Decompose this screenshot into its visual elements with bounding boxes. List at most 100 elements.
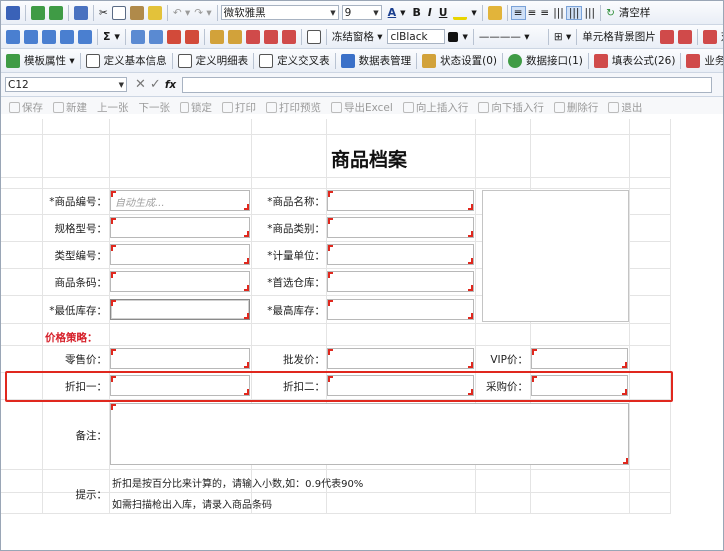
product-image-box[interactable] (482, 190, 629, 322)
refresh-icon[interactable]: ↻ (604, 7, 617, 19)
insert-row-icon[interactable] (130, 29, 145, 44)
color-dropdown-icon[interactable]: ▼ (460, 33, 469, 41)
category-input[interactable] (327, 217, 474, 238)
define-cross-button[interactable]: 定义交叉表 (275, 53, 332, 68)
color-swatch-icon[interactable] (448, 31, 459, 42)
save-button[interactable]: 保存 (5, 100, 45, 115)
delete-row-button[interactable]: 删除行 (550, 100, 601, 115)
sum-icon[interactable]: Σ ▾ (101, 30, 122, 43)
line-style-select[interactable]: ———— ▾ (477, 31, 545, 43)
merge-icon[interactable] (78, 29, 92, 44)
vip-price-input[interactable] (531, 348, 628, 369)
align-right-icon[interactable]: ≡ (538, 7, 551, 19)
wholesale-price-input[interactable] (327, 348, 474, 369)
next-button[interactable]: 下一张 (137, 100, 173, 115)
border-icon[interactable]: ⊞ ▾ (552, 31, 573, 43)
bg-image-clear-icon[interactable] (677, 29, 692, 44)
barcode-input[interactable] (110, 271, 250, 292)
font-color-name-field[interactable]: clBlack (387, 29, 446, 44)
font-size-select[interactable]: 9 ▼ (341, 5, 382, 20)
valign-bottom-icon[interactable]: ||| (582, 7, 597, 19)
warehouse-input[interactable] (327, 271, 474, 292)
sort-desc-icon[interactable] (227, 29, 242, 44)
define-detail-button[interactable]: 定义明细表 (194, 53, 251, 68)
insert-col-icon[interactable] (148, 29, 163, 44)
exit-action-icon (608, 102, 620, 113)
define-basic-button[interactable]: 定义基本信息 (102, 53, 169, 68)
freeze-button[interactable]: 冻结窗格 ▾ (330, 29, 385, 44)
print-preview-button[interactable]: 打印预览 (262, 100, 323, 115)
font-color-dropdown-icon[interactable]: ▼ (398, 9, 407, 17)
redo-icon[interactable]: ↷ ▾ (192, 7, 213, 19)
font-name-select[interactable]: 微软雅黑 ▼ (220, 5, 339, 20)
insert-up-button[interactable]: 向上插入行 (399, 100, 471, 115)
template-props-button[interactable]: 模板属性 ▾ (22, 53, 77, 68)
valign-top-icon[interactable]: ||| (551, 7, 566, 19)
formula-input[interactable] (182, 76, 713, 93)
print-action-button[interactable]: 打印 (218, 100, 258, 115)
chart-icon[interactable] (263, 29, 278, 44)
bg-image-set-icon[interactable] (659, 29, 674, 44)
cut-icon[interactable]: ✂ (97, 7, 110, 19)
italic-button[interactable]: I (426, 7, 434, 19)
grid-line (670, 119, 671, 514)
status-setting-button[interactable]: 状态设置(0) (438, 53, 499, 68)
function-icon[interactable]: fx (163, 79, 178, 91)
sort-asc-icon[interactable] (209, 29, 224, 44)
data-interface-button[interactable]: 数据接口(1) (524, 53, 585, 68)
bold-button[interactable]: B (411, 6, 423, 19)
unit-label: *计量单位： (267, 250, 325, 262)
biz-formula-button[interactable]: 业务公式(0) (702, 53, 723, 68)
lock-button[interactable]: 锁定 (176, 100, 214, 115)
paste-icon[interactable] (129, 5, 144, 20)
new-sheet-icon[interactable] (31, 5, 45, 20)
max-stock-input[interactable] (327, 299, 474, 320)
filter-icon[interactable] (245, 29, 260, 44)
copy-sheet-icon[interactable] (49, 5, 63, 20)
insert-down-button[interactable]: 向下插入行 (474, 100, 546, 115)
align-center-icon[interactable]: ≡ (526, 7, 539, 19)
align-button[interactable]: 对齐 (719, 29, 723, 44)
exit-button[interactable]: 退出 (604, 100, 644, 115)
grid-icon[interactable] (6, 29, 20, 44)
spec-input[interactable] (110, 217, 250, 238)
format-painter-icon[interactable] (147, 5, 162, 20)
rows-icon[interactable] (60, 29, 74, 44)
fill-formula-button[interactable]: 填表公式(26) (610, 53, 678, 68)
cancel-edit-icon[interactable]: ✕ (133, 77, 148, 92)
delete-col-icon[interactable] (184, 29, 199, 44)
lock-icon[interactable] (487, 5, 502, 20)
code-input[interactable]: 自动生成... (110, 190, 250, 211)
valign-middle-icon[interactable]: ||| (565, 5, 583, 20)
min-stock-input[interactable] (110, 299, 250, 320)
cell-reference-box[interactable]: C12 ▼ (5, 77, 127, 92)
exit-icon[interactable] (74, 5, 88, 20)
comment-icon[interactable] (306, 29, 321, 44)
new-button[interactable]: 新建 (49, 100, 89, 115)
name-input[interactable] (327, 190, 474, 211)
underline-button[interactable]: U (437, 7, 450, 19)
type-code-input[interactable] (110, 244, 250, 265)
remark-textarea[interactable] (110, 403, 629, 465)
fill-color-icon[interactable] (453, 6, 468, 20)
undo-icon[interactable]: ↶ ▾ (171, 7, 192, 19)
table-icon[interactable] (24, 29, 38, 44)
prev-button[interactable]: 上一张 (95, 100, 131, 115)
align-left-icon[interactable]: ≡ (510, 5, 526, 20)
retail-price-input[interactable] (110, 348, 250, 369)
tip-label: 提示： (75, 489, 108, 501)
export-excel-button[interactable]: 导出Excel (327, 100, 395, 115)
unit-input[interactable] (327, 244, 474, 265)
data-table-button[interactable]: 数据表管理 (357, 53, 414, 68)
columns-icon[interactable] (42, 29, 56, 44)
clear-style-button[interactable]: 清空样 (617, 5, 653, 20)
font-color-icon[interactable]: A (386, 6, 399, 19)
fill-color-dropdown-icon[interactable]: ▼ (469, 9, 478, 17)
image-icon[interactable] (281, 29, 296, 44)
save-icon[interactable] (6, 5, 20, 20)
confirm-edit-icon[interactable]: ✓ (148, 77, 163, 92)
delete-row-icon[interactable] (166, 29, 181, 44)
copy-icon[interactable] (111, 5, 126, 20)
align-objects-icon[interactable] (702, 29, 717, 44)
cell-bg-image-button[interactable]: 单元格背景图片 (580, 29, 658, 44)
